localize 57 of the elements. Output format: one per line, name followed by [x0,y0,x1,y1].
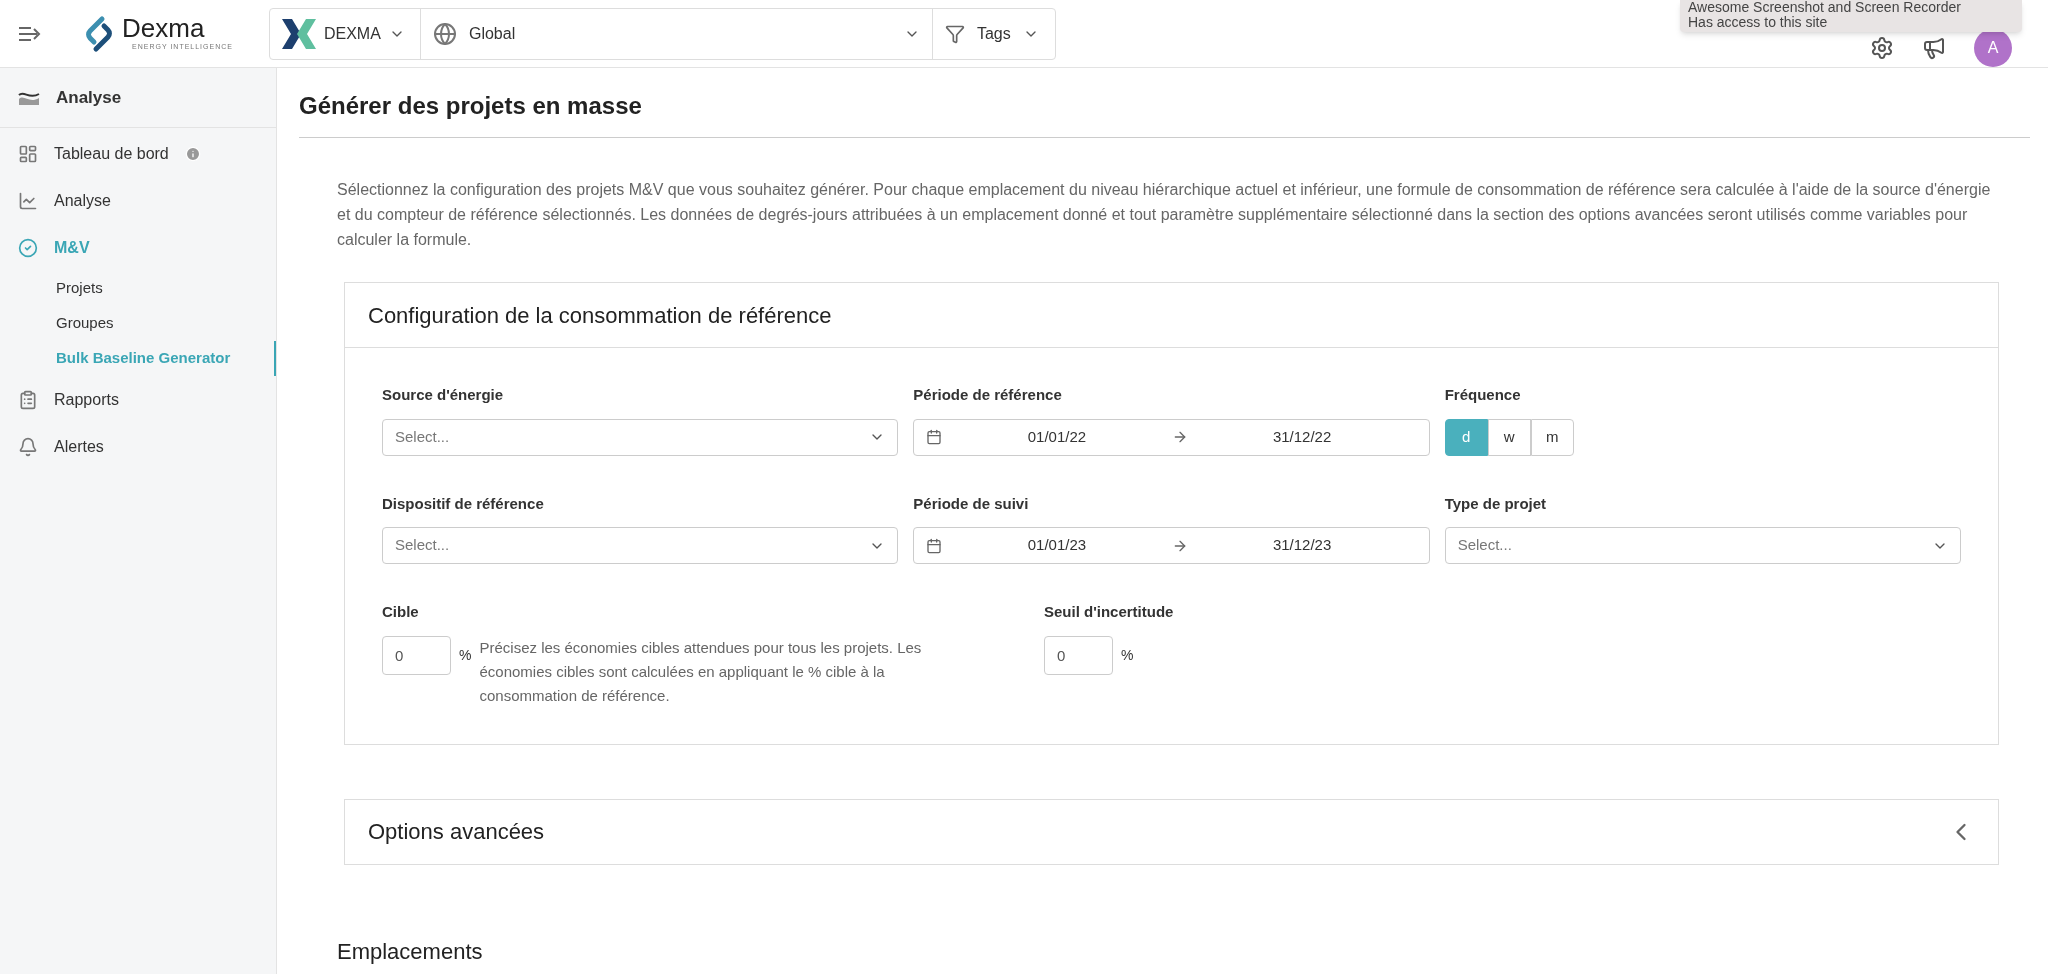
page-title: Générer des projets en masse [299,68,2030,138]
filter-icon [944,23,965,44]
percent-unit: % [1121,645,1134,665]
bell-icon [18,436,38,457]
date-range-field[interactable]: 01/01/22 31/12/22 [913,418,1430,456]
info-icon[interactable] [184,145,201,162]
globe-icon [432,21,457,46]
start-date: 01/01/23 [1026,535,1088,556]
select-field[interactable]: Select... [382,418,899,456]
calendar-icon [926,537,943,554]
end-date: 31/12/23 [1271,535,1333,556]
clipboard-icon [18,389,38,410]
field-label: Période de suivi [913,493,1030,514]
check-circle-icon [18,237,38,258]
popup-text: Awesome Screenshot and Screen Recorder [1688,0,1962,15]
field-label: Type de projet [1444,493,1548,514]
start-date: 01/01/22 [1026,426,1088,447]
calendar-icon [926,429,943,445]
organization-selector[interactable]: DEXMA [269,8,421,59]
select-field[interactable]: Select... [382,527,899,564]
uncertainty-input[interactable]: 0 [1044,635,1113,675]
wave-icon [18,90,40,105]
field-label: Période de référence [913,385,1063,405]
field-label: Fréquence [1444,385,1522,405]
field-label: Dispositif de référence [382,493,545,514]
brand-name: Dexma [122,14,206,43]
page-description: Sélectionnez la configuration des projets M&V que vous souhaitez générer. Pour chaque emplacement du niveau hiérarchique actuel et inférieur, une formule de consommation de référence sera calculée à l'aide de la source d'énergie et du compteur de référence sélectionnés. Les données de degrés-jours attribuées à un emplacement donné et tout paramètre supplémentaire sélectionné dans la section des options avancées seront utilisés comme variables pour calculer la formule. [337,180,1992,250]
sidebar-subitem[interactable]: Projets [0,271,276,306]
advanced-options-panel[interactable]: Options avancées [344,798,1999,865]
location-selector[interactable]: Global [420,8,933,59]
collapse-menu-icon[interactable] [18,25,42,42]
end-date: 31/12/22 [1271,426,1333,447]
select-field[interactable]: Select... [1444,527,1961,564]
popup-text: Has access to this site [1688,15,1829,30]
field-label: Seuil d'incertitude [1044,602,1175,622]
sidebar-item[interactable]: Tableau de bord [0,130,276,177]
sidebar-item[interactable]: Alertes [0,423,276,470]
card-title: Configuration de la consommation de référence [345,283,1998,348]
sidebar-item[interactable]: Analyse [0,177,276,224]
tags-filter[interactable]: Tags [932,8,1055,59]
megaphone-icon[interactable] [1922,35,1946,60]
dashboard-icon [18,143,38,164]
line-chart-icon [18,190,38,211]
target-input[interactable]: 0 [382,635,451,675]
date-range-field[interactable]: 01/01/23 31/12/23 [913,527,1430,564]
section-title: Analyse [56,86,122,109]
settings-icon[interactable] [1870,35,1894,60]
percent-unit: % [459,645,472,665]
section-heading: Emplacements [337,937,484,966]
sidebar-item[interactable]: Rapports [0,376,276,423]
organization-logo-icon [281,18,316,49]
field-label: Source d'énergie [382,385,505,405]
frequency-toggle[interactable]: w [1487,418,1531,456]
target-help-text: Précisez les économies cibles attendues pour tous les projets. Les économies cibles sont calculées en appliquant le % cible à la consommation de référence. [479,637,923,706]
field-label: Cible [382,602,420,622]
frequency-toggle[interactable]: m [1530,418,1574,456]
sidebar-subitem[interactable]: Groupes [0,306,276,341]
